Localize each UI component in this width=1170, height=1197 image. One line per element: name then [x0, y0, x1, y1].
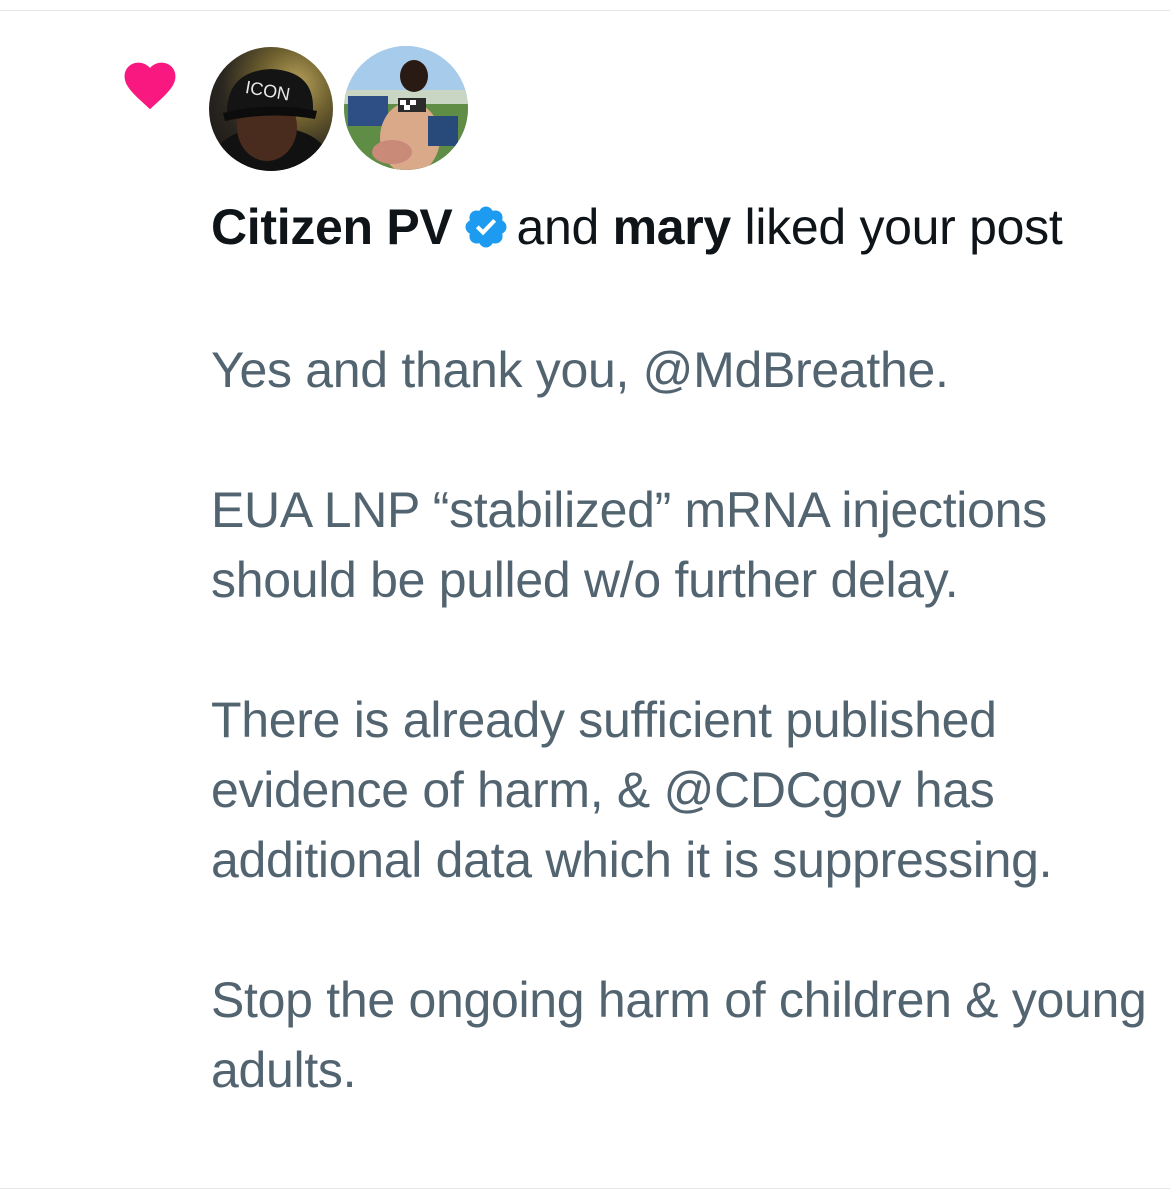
- actor-name[interactable]: mary: [613, 199, 732, 255]
- notification-card[interactable]: ICON Citizen PV and mary liked your post…: [0, 0, 1170, 1197]
- connector-text: and: [516, 199, 600, 255]
- post-paragraph: Yes and thank you, @MdBreathe.: [211, 342, 949, 398]
- avatar-photo: ICON: [215, 69, 327, 171]
- avatar[interactable]: [344, 46, 468, 170]
- divider: [0, 10, 1170, 11]
- divider: [0, 1188, 1170, 1189]
- actor-name[interactable]: Citizen PV: [211, 199, 453, 255]
- avatar-photo: [344, 46, 468, 170]
- post-paragraph: There is already sufficient published ev…: [211, 692, 1053, 888]
- heart-icon: [124, 62, 176, 110]
- avatar[interactable]: ICON: [209, 47, 333, 171]
- post-paragraph: Stop the ongoing harm of children & youn…: [211, 972, 1147, 1098]
- post-preview[interactable]: Yes and thank you, @MdBreathe. EUA LNP “…: [211, 335, 1151, 1105]
- verified-badge-icon: [465, 206, 507, 248]
- post-paragraph: EUA LNP “stabilized” mRNA injections sho…: [211, 482, 1047, 608]
- action-text: liked your post: [744, 199, 1063, 255]
- notification-text: Citizen PV and mary liked your post: [211, 192, 1111, 262]
